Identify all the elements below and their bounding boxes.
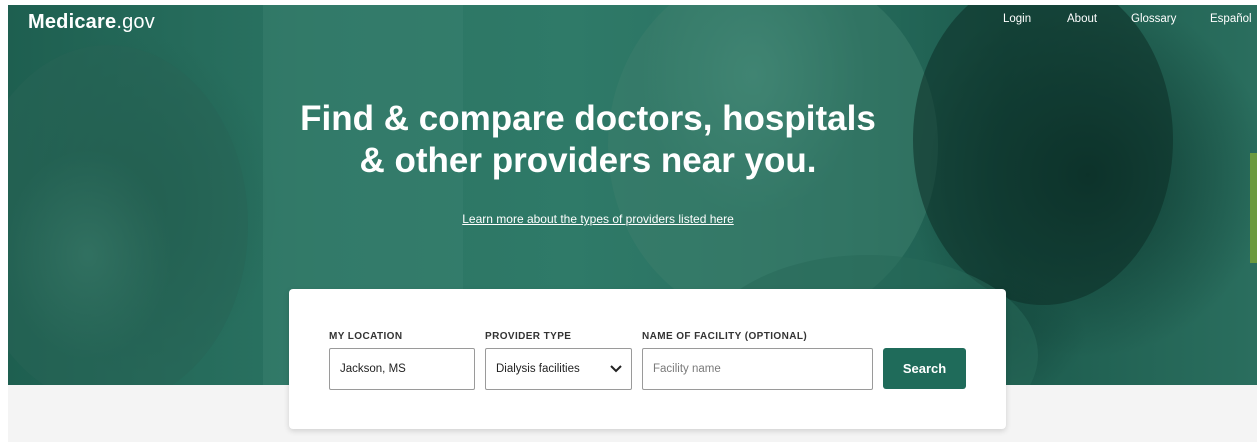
nav-login-link[interactable]: Login — [1003, 13, 1031, 25]
headline-line-2: & other providers near you. — [359, 141, 817, 180]
hero-photo-person-left — [8, 45, 248, 385]
provider-type-label: PROVIDER TYPE — [485, 331, 572, 342]
page: Medicare.gov Login About Glossary Españo… — [8, 5, 1257, 442]
logo-bold-text: Medicare — [28, 11, 117, 33]
headline-line-1: Find & compare doctors, hospitals — [300, 99, 876, 138]
nav-language-link[interactable]: Español — [1210, 13, 1252, 25]
location-input[interactable] — [329, 348, 475, 390]
location-label: MY LOCATION — [329, 331, 403, 342]
facility-name-input[interactable] — [642, 348, 873, 390]
search-card: MY LOCATION PROVIDER TYPE Dialysis facil… — [289, 289, 1006, 429]
facility-name-label: NAME OF FACILITY (OPTIONAL) — [642, 331, 808, 342]
provider-type-select[interactable]: Dialysis facilities — [485, 348, 632, 390]
search-button[interactable]: Search — [883, 348, 966, 389]
nav-about-link[interactable]: About — [1067, 13, 1097, 25]
nav-glossary-link[interactable]: Glossary — [1131, 13, 1176, 25]
medicare-logo[interactable]: Medicare.gov — [28, 11, 155, 34]
page-title: Find & compare doctors, hospitals & othe… — [248, 98, 928, 182]
provider-type-value: Dialysis facilities — [496, 363, 580, 375]
chevron-down-icon — [609, 362, 623, 376]
learn-more-link[interactable]: Learn more about the types of providers … — [438, 212, 758, 226]
feedback-side-tab[interactable] — [1250, 153, 1257, 263]
hero-photo-person-hair — [913, 5, 1173, 305]
logo-suffix-text: .gov — [116, 11, 155, 33]
